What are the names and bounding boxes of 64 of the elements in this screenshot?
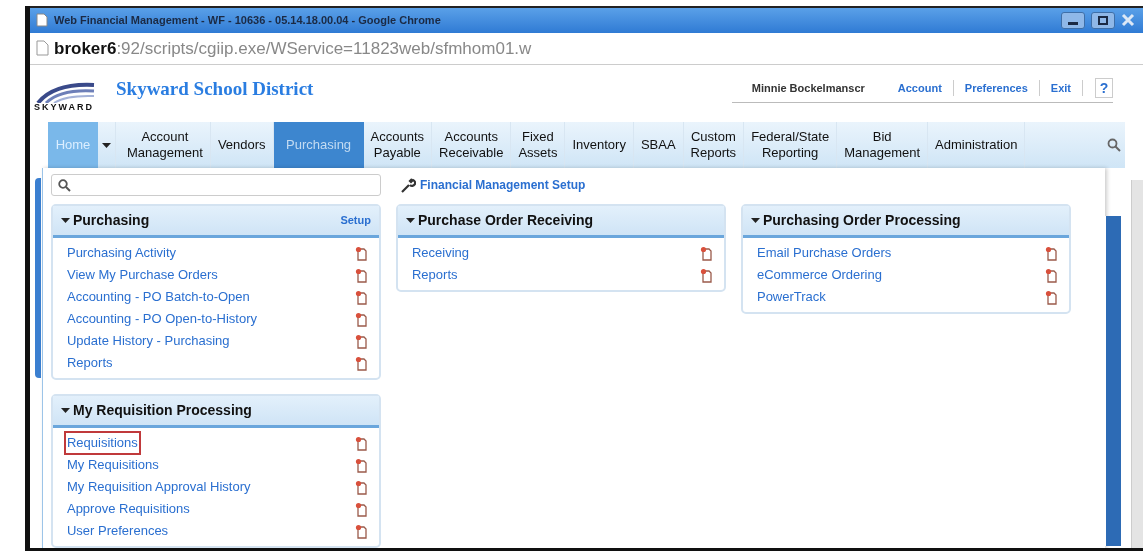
setup-link[interactable]: Financial Management Setup	[419, 176, 586, 194]
window-title: Web Financial Management - WF - 10636 - 05.14.18.00.04 - Google Chrome	[54, 13, 441, 29]
setup-link[interactable]: Setup	[340, 212, 371, 229]
card-title: Purchasing Order Processing	[762, 211, 961, 230]
page-icon[interactable]	[354, 501, 367, 517]
page-icon[interactable]	[354, 267, 367, 283]
district-name: Skyward School District	[116, 76, 314, 101]
nav-tab[interactable]: Purchasing	[273, 122, 364, 168]
wrench-icon	[400, 177, 416, 193]
page-icon[interactable]	[354, 289, 367, 305]
caret-icon[interactable]	[750, 218, 760, 223]
page-icon[interactable]	[354, 311, 367, 327]
page-icon	[36, 13, 48, 28]
menu-link[interactable]: Accounting - PO Open-to-History	[66, 309, 257, 329]
caret-icon	[102, 142, 111, 148]
minimize-button[interactable]	[1061, 11, 1085, 29]
menu-link[interactable]: Purchasing Activity	[66, 243, 177, 263]
menu-link[interactable]: PowerTrack	[756, 287, 826, 307]
search-icon[interactable]	[1107, 138, 1121, 153]
page-icon[interactable]	[699, 267, 712, 283]
menu-link[interactable]: Update History - Purchasing	[66, 331, 230, 351]
menu-link[interactable]: Reports	[66, 353, 113, 373]
caret-icon[interactable]	[60, 218, 70, 223]
page-icon[interactable]	[354, 245, 367, 261]
search-icon	[57, 178, 71, 192]
header-link[interactable]: Preferences	[953, 79, 1040, 97]
caret-icon[interactable]	[60, 408, 70, 413]
page-icon[interactable]	[354, 457, 367, 473]
url-text: broker6:92/scripts/cgiip.exe/WService=11823web/sfmhom01.w	[54, 37, 532, 60]
menu-link[interactable]: Reports	[411, 265, 458, 285]
page-icon[interactable]	[1044, 245, 1057, 261]
page-icon[interactable]	[1044, 267, 1057, 283]
address-bar[interactable]: broker6:92/scripts/cgiip.exe/WService=11823web/sfmhom01.w	[30, 32, 1143, 65]
maximize-button[interactable]	[1091, 11, 1115, 29]
close-icon[interactable]	[1121, 13, 1135, 28]
page-icon[interactable]	[1044, 289, 1057, 305]
page-icon[interactable]	[354, 333, 367, 349]
header-link[interactable]: Account	[886, 79, 954, 97]
page-icon[interactable]	[354, 435, 367, 451]
header-link[interactable]: Exit	[1039, 79, 1083, 97]
help-button[interactable]: ?	[1095, 78, 1113, 99]
user-name: Minnie Bockelmanscr	[751, 80, 866, 96]
page-icon	[36, 40, 49, 57]
scrollbar[interactable]	[1131, 180, 1143, 548]
page-icon[interactable]	[699, 245, 712, 261]
menu-link[interactable]: My Requisitions	[66, 455, 159, 475]
menu-link[interactable]: Email Purchase Orders	[756, 243, 892, 263]
card-title: My Requisition Processing	[72, 401, 252, 420]
logo: SKYWARD	[30, 64, 108, 123]
menu-link[interactable]: Approve Requisitions	[66, 499, 190, 519]
menu-link[interactable]: User Preferences	[66, 521, 169, 541]
card-title: Purchase Order Receiving	[417, 211, 594, 230]
menu-link[interactable]: Receiving	[411, 243, 470, 263]
menu-link[interactable]: My Requisition Approval History	[66, 477, 251, 497]
page-icon[interactable]	[354, 479, 367, 495]
page-icon[interactable]	[354, 523, 367, 539]
caret-icon[interactable]	[405, 218, 415, 223]
search-field[interactable]	[50, 174, 381, 196]
menu-link[interactable]: Requisitions	[63, 431, 141, 455]
card-title: Purchasing	[72, 211, 150, 230]
menu-link[interactable]: eCommerce Ordering	[756, 265, 882, 285]
menu-link[interactable]: View My Purchase Orders	[66, 265, 218, 285]
page-icon[interactable]	[354, 355, 367, 371]
menu-link[interactable]: Accounting - PO Batch-to-Open	[66, 287, 250, 307]
